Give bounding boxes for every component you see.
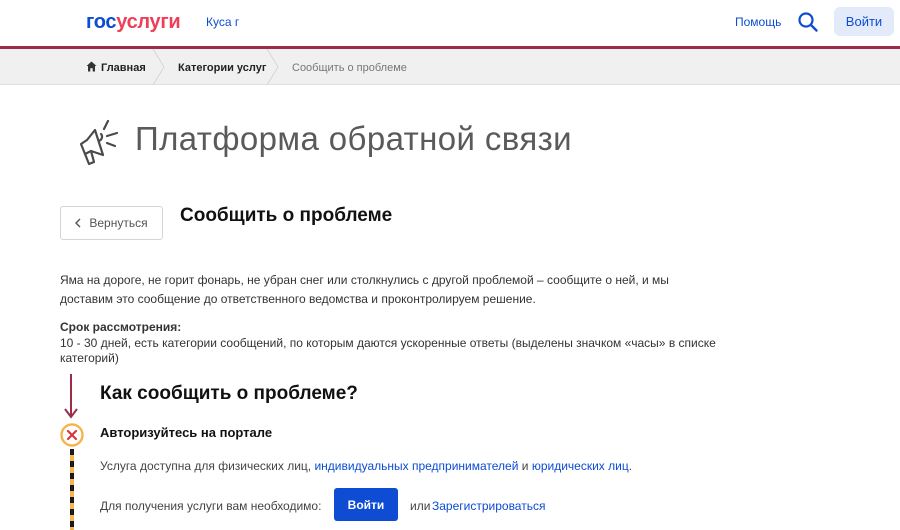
section-title: Сообщить о проблеме [180, 205, 393, 226]
link-legal-entities[interactable]: юридических лиц [532, 459, 629, 473]
close-circle-icon [60, 423, 84, 447]
search-icon[interactable] [797, 11, 819, 33]
chevron-left-icon [75, 218, 81, 228]
back-button[interactable]: Вернуться [60, 206, 163, 240]
breadcrumb-home[interactable]: Главная [101, 62, 146, 74]
logo-part-gos: гос [86, 11, 117, 33]
service-description: Яма на дороге, не горит фонарь, не убран… [60, 273, 669, 306]
step-description: Услуга доступна для физических лиц, инди… [100, 459, 632, 473]
page-title: Платформа обратной связи [135, 120, 573, 157]
or-text: или [410, 499, 431, 513]
breadcrumb-categories[interactable]: Категории услуг [178, 62, 266, 74]
breadcrumb-separator [266, 49, 279, 85]
arrow-down-icon [64, 374, 78, 419]
gosuslugi-logo[interactable]: госуслуги [86, 11, 181, 34]
step-desc-end: . [628, 459, 633, 473]
help-link[interactable]: Помощь [735, 15, 781, 29]
top-header: госуслуги Куса г Помощь Войти [0, 0, 900, 46]
location-link[interactable]: Куса г [206, 15, 239, 29]
link-individual-entrepreneurs[interactable]: индивидуальных предпринимателей [314, 459, 518, 473]
step-desc-and: и [521, 459, 529, 473]
home-icon[interactable] [86, 61, 97, 72]
header-login-button[interactable]: Войти [834, 7, 894, 36]
review-term-title: Срок рассмотрения: [60, 320, 182, 334]
register-link[interactable]: Зарегистрироваться [432, 499, 545, 513]
breadcrumb: Главная Категории услуг Сообщить о пробл… [0, 49, 900, 85]
back-button-label: Вернуться [89, 216, 148, 230]
requirement-text: Для получения услуги вам необходимо: [100, 499, 322, 513]
review-term-text: 10 - 30 дней, есть категории сообщений, … [60, 336, 716, 365]
step-title: Авторизуйтесь на портале [100, 425, 273, 440]
step-connector [70, 449, 74, 530]
login-button[interactable]: Войти [334, 488, 398, 521]
breadcrumb-current: Сообщить о проблеме [292, 62, 407, 74]
step-desc-prefix: Услуга доступна для физических лиц, [100, 459, 312, 473]
breadcrumb-separator [152, 49, 165, 85]
logo-part-uslugi: услуги [116, 11, 181, 33]
how-to-title: Как сообщить о проблеме? [100, 383, 358, 404]
megaphone-icon [79, 119, 119, 166]
